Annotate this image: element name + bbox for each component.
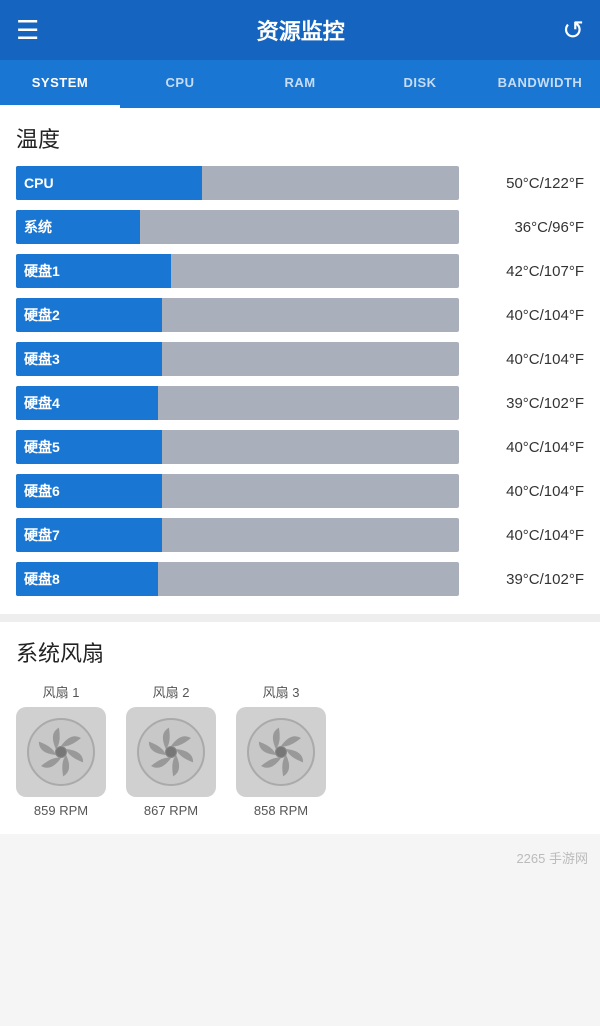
tab-cpu[interactable]: CPU bbox=[120, 60, 240, 108]
temp-value-6: 40°C/104°F bbox=[469, 439, 584, 456]
temp-value-2: 42°C/107°F bbox=[469, 263, 584, 280]
temp-bar-container-7: 硬盘6 bbox=[16, 474, 459, 508]
tab-disk[interactable]: DISK bbox=[360, 60, 480, 108]
temp-bar-fill-2: 硬盘1 bbox=[16, 254, 171, 288]
temp-value-5: 39°C/102°F bbox=[469, 395, 584, 412]
fan-row: 风扇 1 859 RPM风扇 2 867 RPM风扇 3 bbox=[16, 682, 584, 818]
fan-label-2: 风扇 2 bbox=[153, 682, 190, 701]
temp-bar-fill-1: 系统 bbox=[16, 210, 140, 244]
temp-bar-fill-8: 硬盘7 bbox=[16, 518, 162, 552]
fan-item-3: 风扇 3 858 RPM bbox=[236, 682, 326, 818]
tab-ram[interactable]: RAM bbox=[240, 60, 360, 108]
temp-row-8: 硬盘7 40°C/104°F bbox=[16, 516, 584, 554]
temp-row-4: 硬盘3 40°C/104°F bbox=[16, 340, 584, 378]
temp-value-1: 36°C/96°F bbox=[469, 219, 584, 236]
temp-bar-container-1: 系统 bbox=[16, 210, 459, 244]
temp-row-5: 硬盘4 39°C/102°F bbox=[16, 384, 584, 422]
section-divider bbox=[0, 614, 600, 622]
fan-rpm-2: 867 RPM bbox=[144, 803, 198, 818]
temp-row-0: CPU 50°C/122°F bbox=[16, 164, 584, 202]
temperature-title: 温度 bbox=[16, 122, 584, 154]
temp-bar-fill-5: 硬盘4 bbox=[16, 386, 158, 420]
header: ☰ 资源监控 ↺ bbox=[0, 0, 600, 60]
temp-bar-container-4: 硬盘3 bbox=[16, 342, 459, 376]
temp-row-2: 硬盘1 42°C/107°F bbox=[16, 252, 584, 290]
temp-bar-fill-3: 硬盘2 bbox=[16, 298, 162, 332]
temp-value-0: 50°C/122°F bbox=[469, 175, 584, 192]
menu-icon[interactable]: ☰ bbox=[16, 15, 39, 46]
refresh-icon[interactable]: ↺ bbox=[562, 15, 584, 46]
temp-row-9: 硬盘8 39°C/102°F bbox=[16, 560, 584, 598]
fan-icon-3 bbox=[236, 707, 326, 797]
temp-bar-container-0: CPU bbox=[16, 166, 459, 200]
tab-bar: SYSTEMCPURAMDISKBANDWIDTH bbox=[0, 60, 600, 108]
temp-bar-fill-0: CPU bbox=[16, 166, 202, 200]
temp-value-3: 40°C/104°F bbox=[469, 307, 584, 324]
temp-bar-fill-7: 硬盘6 bbox=[16, 474, 162, 508]
fan-section-title: 系统风扇 bbox=[16, 636, 584, 668]
fan-item-1: 风扇 1 859 RPM bbox=[16, 682, 106, 818]
bottom-bar: 2265 手游网 bbox=[0, 834, 600, 884]
temp-row-1: 系统 36°C/96°F bbox=[16, 208, 584, 246]
fan-label-1: 风扇 1 bbox=[43, 682, 80, 701]
fan-section: 系统风扇 风扇 1 859 RPM风扇 2 867 RPM风扇 3 bbox=[0, 622, 600, 834]
temp-value-8: 40°C/104°F bbox=[469, 527, 584, 544]
page-title: 资源监控 bbox=[257, 14, 345, 46]
fan-label-3: 风扇 3 bbox=[263, 682, 300, 701]
temp-bar-container-2: 硬盘1 bbox=[16, 254, 459, 288]
temperature-section: 温度 CPU 50°C/122°F 系统 36°C/96°F 硬盘1 42°C/107°F… bbox=[0, 108, 600, 614]
temp-row-3: 硬盘2 40°C/104°F bbox=[16, 296, 584, 334]
temp-value-7: 40°C/104°F bbox=[469, 483, 584, 500]
temp-bar-fill-9: 硬盘8 bbox=[16, 562, 158, 596]
temp-bar-container-9: 硬盘8 bbox=[16, 562, 459, 596]
temp-bar-container-8: 硬盘7 bbox=[16, 518, 459, 552]
fan-icon-1 bbox=[16, 707, 106, 797]
tab-bandwidth[interactable]: BANDWIDTH bbox=[480, 60, 600, 108]
temp-bar-fill-4: 硬盘3 bbox=[16, 342, 162, 376]
fan-icon-2 bbox=[126, 707, 216, 797]
temp-bar-container-5: 硬盘4 bbox=[16, 386, 459, 420]
temp-row-6: 硬盘5 40°C/104°F bbox=[16, 428, 584, 466]
temp-bar-container-6: 硬盘5 bbox=[16, 430, 459, 464]
temp-bar-container-3: 硬盘2 bbox=[16, 298, 459, 332]
temp-value-4: 40°C/104°F bbox=[469, 351, 584, 368]
watermark: 2265 手游网 bbox=[0, 834, 600, 867]
temp-value-9: 39°C/102°F bbox=[469, 571, 584, 588]
fan-rpm-1: 859 RPM bbox=[34, 803, 88, 818]
fan-rpm-3: 858 RPM bbox=[254, 803, 308, 818]
temp-bar-fill-6: 硬盘5 bbox=[16, 430, 162, 464]
fan-item-2: 风扇 2 867 RPM bbox=[126, 682, 216, 818]
tab-system[interactable]: SYSTEM bbox=[0, 60, 120, 108]
temp-row-7: 硬盘6 40°C/104°F bbox=[16, 472, 584, 510]
